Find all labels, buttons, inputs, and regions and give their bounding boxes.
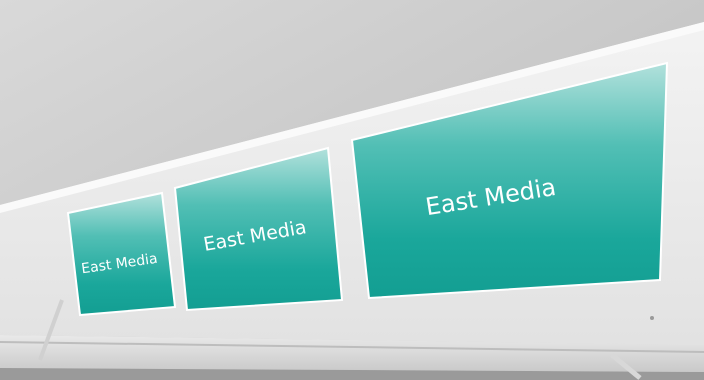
photo-canvas: East Media East Media East Media [0,0,704,380]
screen-small [66,191,177,317]
photo-scene: East Media East Media East Media [0,0,704,380]
panel-screw [650,316,654,320]
